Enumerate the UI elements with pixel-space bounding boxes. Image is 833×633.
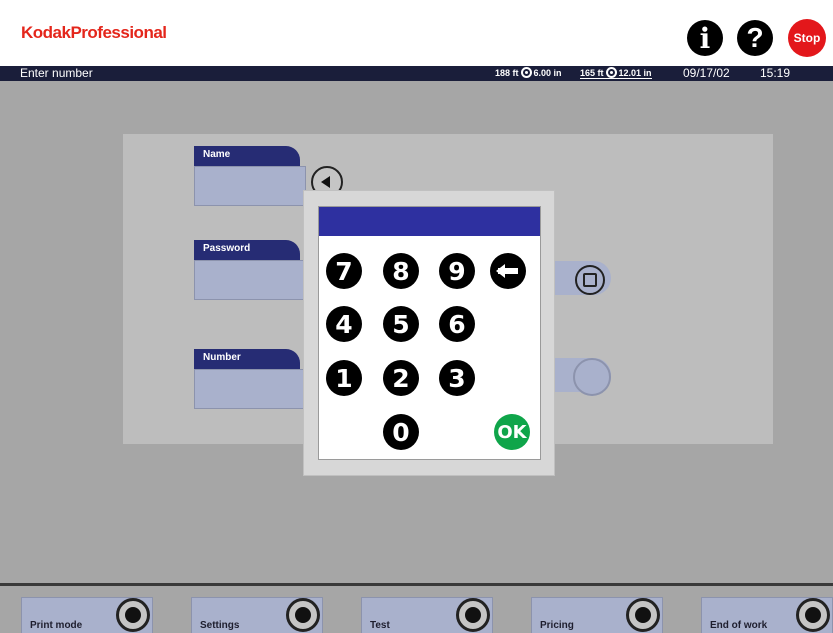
key-7[interactable]: 7 bbox=[326, 253, 362, 289]
arrow-left-icon[interactable] bbox=[490, 253, 526, 289]
number-input[interactable] bbox=[194, 369, 306, 409]
date-display: 09/17/02 bbox=[683, 66, 730, 80]
key-0[interactable]: 0 bbox=[383, 414, 419, 450]
keypad-dialog: 7 8 9 4 5 6 1 2 3 0 OK bbox=[303, 190, 555, 476]
brand-name: Kodak bbox=[21, 23, 71, 42]
bottom-toolbar: Print mode Settings Test Pricing End of … bbox=[0, 586, 833, 633]
key-8[interactable]: 8 bbox=[383, 253, 419, 289]
number-label: Number bbox=[194, 349, 300, 369]
circle-button-icon bbox=[456, 598, 490, 632]
key-3[interactable]: 3 bbox=[439, 360, 475, 396]
name-label: Name bbox=[194, 146, 300, 166]
roll-2-width: 12.01 in bbox=[618, 67, 652, 78]
pricing-label: Pricing bbox=[540, 620, 574, 631]
end-of-work-button[interactable]: End of work bbox=[701, 597, 833, 633]
roll-1-length: 188 ft bbox=[495, 67, 519, 78]
password-field[interactable]: Password bbox=[194, 240, 306, 300]
keypad: 7 8 9 4 5 6 1 2 3 0 OK bbox=[318, 206, 541, 460]
status-bar: Enter number 188 ft 6.00 in 165 ft 12.01… bbox=[0, 66, 833, 81]
password-label: Password bbox=[194, 240, 300, 260]
key-1[interactable]: 1 bbox=[326, 360, 362, 396]
keypad-display bbox=[319, 207, 540, 236]
password-input[interactable] bbox=[194, 260, 306, 300]
info-icon[interactable]: i bbox=[687, 20, 723, 56]
circle-button-icon bbox=[626, 598, 660, 632]
circle-button-icon bbox=[796, 598, 830, 632]
help-icon[interactable]: ? bbox=[737, 20, 773, 56]
settings-label: Settings bbox=[200, 620, 240, 631]
paper-roll-2-info: 165 ft 12.01 in bbox=[580, 67, 652, 79]
roll-1-width: 6.00 in bbox=[533, 67, 562, 78]
print-mode-label: Print mode bbox=[30, 620, 83, 631]
key-2[interactable]: 2 bbox=[383, 360, 419, 396]
paper-roll-icon bbox=[520, 67, 532, 78]
circle-button-icon bbox=[286, 598, 320, 632]
time-display: 15:19 bbox=[760, 66, 791, 80]
end-of-work-label: End of work bbox=[710, 620, 768, 631]
key-6[interactable]: 6 bbox=[439, 306, 475, 342]
key-4[interactable]: 4 bbox=[326, 306, 362, 342]
number-field[interactable]: Number bbox=[194, 349, 306, 409]
test-button[interactable]: Test bbox=[361, 597, 493, 633]
name-input[interactable] bbox=[194, 166, 306, 206]
brand-logo: KodakProfessional bbox=[21, 23, 167, 43]
roll-2-length: 165 ft bbox=[580, 67, 604, 78]
header: KodakProfessional i ? Stop bbox=[0, 0, 833, 66]
brand-suffix: Professional bbox=[70, 23, 167, 42]
print-mode-button[interactable]: Print mode bbox=[21, 597, 153, 633]
name-field[interactable]: Name bbox=[194, 146, 306, 206]
pricing-button[interactable]: Pricing bbox=[531, 597, 663, 633]
ok-button[interactable]: OK bbox=[494, 414, 530, 450]
settings-button[interactable]: Settings bbox=[191, 597, 323, 633]
test-label: Test bbox=[370, 620, 390, 631]
screen-title: Enter number bbox=[20, 66, 93, 80]
stop-button[interactable]: Stop bbox=[788, 19, 826, 57]
key-5[interactable]: 5 bbox=[383, 306, 419, 342]
circle-button[interactable] bbox=[551, 358, 611, 396]
stop-square-button[interactable] bbox=[551, 261, 611, 295]
paper-roll-1-info: 188 ft 6.00 in bbox=[495, 67, 562, 78]
paper-roll-icon bbox=[605, 67, 617, 78]
key-9[interactable]: 9 bbox=[439, 253, 475, 289]
circle-button-icon bbox=[116, 598, 150, 632]
